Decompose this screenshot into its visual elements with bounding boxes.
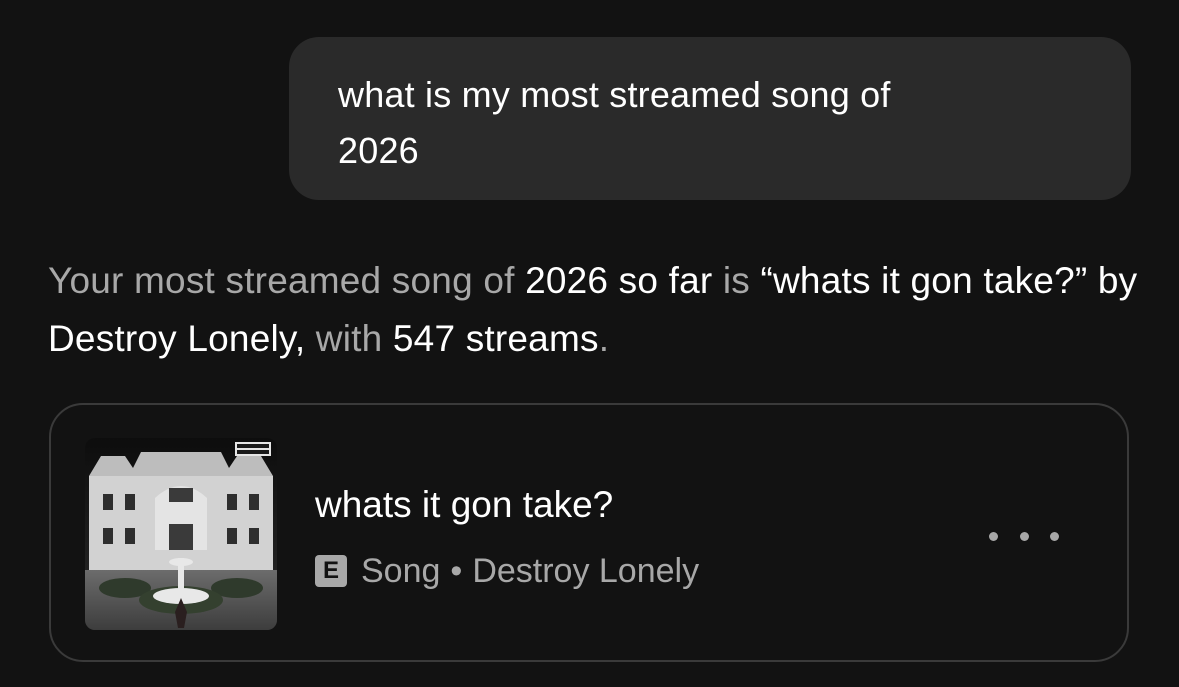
song-card[interactable]: whats it gon take? E Song • Destroy Lone… [49,403,1129,662]
song-artist[interactable]: Destroy Lonely [472,551,699,591]
song-meta: E Song • Destroy Lonely [315,551,699,591]
answer-part-6: . [598,318,610,359]
song-title[interactable]: whats it gon take? [315,483,613,527]
answer-part-5: with [305,318,393,359]
answer-part-2: so far [608,260,723,301]
more-horizontal-icon [1019,531,1029,541]
answer-part-1: Your most streamed song of [48,260,526,301]
assistant-message-text: Your most streamed song of 2026 so far i… [48,252,1148,368]
song-type: Song [361,552,441,590]
answer-year: 2026 [525,260,609,301]
explicit-badge: E [315,555,347,587]
more-options-button[interactable] [989,516,1059,556]
album-cover-image[interactable] [85,438,277,630]
more-horizontal-icon [989,531,998,541]
more-horizontal-icon [1050,531,1059,541]
user-message-bubble: what is my most streamed song of 2026 [289,37,1131,200]
answer-part-3: is [722,260,751,301]
meta-separator: • [450,552,463,590]
user-message-text: what is my most streamed song of 2026 [338,74,891,171]
answer-stream-count: 547 streams [392,318,599,359]
